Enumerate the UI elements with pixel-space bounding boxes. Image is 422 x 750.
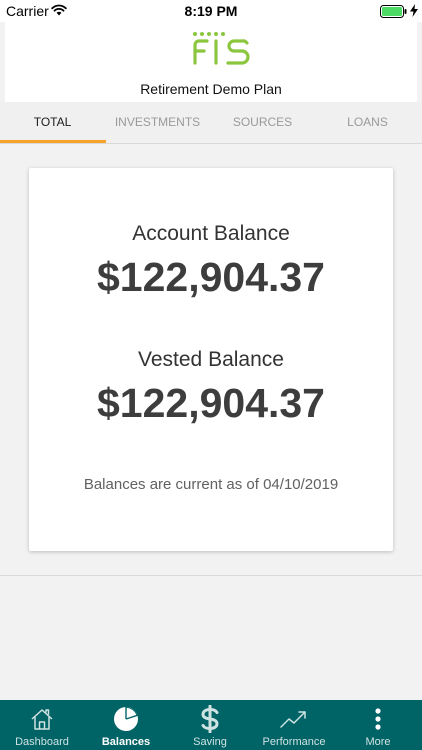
nav-more[interactable]: More	[336, 700, 420, 750]
tab-total[interactable]: TOTAL	[0, 102, 105, 144]
balance-tabs: TOTAL INVESTMENTS SOURCES LOANS	[0, 102, 422, 144]
pie-chart-icon	[84, 706, 168, 732]
tab-loans[interactable]: LOANS	[315, 102, 420, 144]
active-tab-indicator	[0, 140, 106, 143]
charging-bolt-icon	[410, 4, 418, 17]
tab-investments[interactable]: INVESTMENTS	[105, 102, 210, 144]
account-balance-value: $122,904.37	[96, 254, 325, 300]
vested-balance-label: Vested Balance	[138, 348, 284, 371]
nav-performance[interactable]: Performance	[252, 700, 336, 750]
bottom-tab-bar: Dashboard Balances Saving Performance Mo…	[0, 700, 422, 750]
nav-balances[interactable]: Balances	[84, 700, 168, 750]
nav-saving-label: Saving	[193, 736, 227, 748]
nav-more-label: More	[365, 736, 391, 748]
content-divider	[0, 575, 422, 576]
nav-saving[interactable]: Saving	[168, 700, 252, 750]
app-header: Retirement Demo Plan	[5, 22, 417, 102]
balance-card: Account Balance $122,904.37 Vested Balan…	[29, 168, 393, 551]
nav-performance-label: Performance	[262, 736, 326, 748]
nav-balances-label: Balances	[101, 736, 151, 748]
tab-sources[interactable]: SOURCES	[210, 102, 315, 144]
nav-dashboard[interactable]: Dashboard	[0, 700, 84, 750]
vested-balance-value: $122,904.37	[96, 380, 325, 426]
plan-name: Retirement Demo Plan	[140, 81, 282, 97]
fis-logo	[193, 32, 250, 65]
house-icon	[0, 706, 84, 732]
status-time: 8:19 PM	[184, 3, 238, 19]
battery-icon	[380, 5, 407, 18]
status-bar: Carrier 8:19 PM	[0, 0, 422, 22]
nav-dashboard-label: Dashboard	[15, 736, 69, 748]
trend-up-icon	[252, 706, 336, 732]
balance-as-of-note: Balances are current as of 04/10/2019	[83, 476, 339, 493]
vertical-dots-icon	[336, 706, 420, 732]
account-balance-label: Account Balance	[132, 222, 290, 245]
dollar-icon	[168, 705, 252, 733]
